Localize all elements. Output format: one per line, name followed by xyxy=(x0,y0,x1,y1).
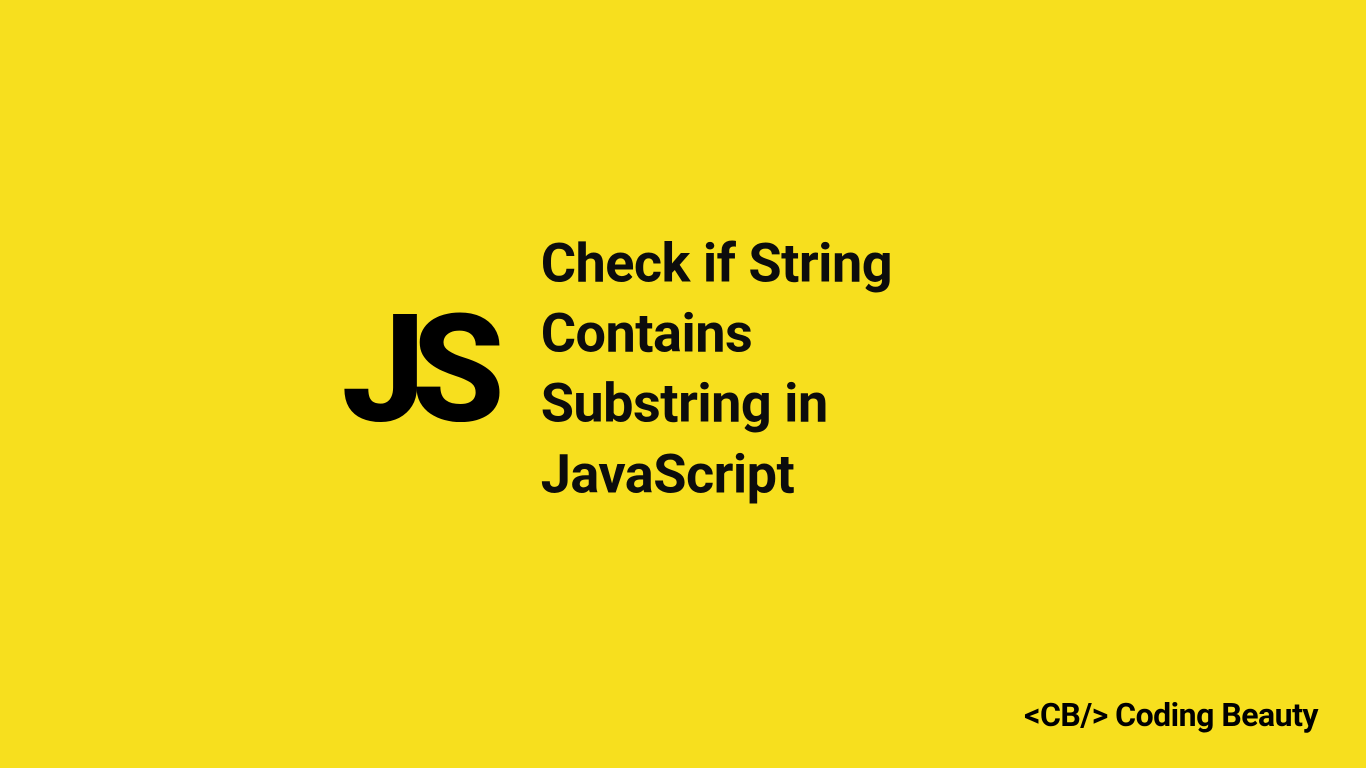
title-line-1: Check if String Contains xyxy=(541,233,892,366)
title-line-2: Substring in JavaScript xyxy=(541,373,828,506)
brand-signature: <CB/> Coding Beauty xyxy=(1024,696,1318,734)
js-badge: JS xyxy=(342,295,491,445)
main-content: JS Check if String Contains Substring in… xyxy=(342,230,1025,511)
article-title: Check if String Contains Substring in Ja… xyxy=(541,230,1025,511)
